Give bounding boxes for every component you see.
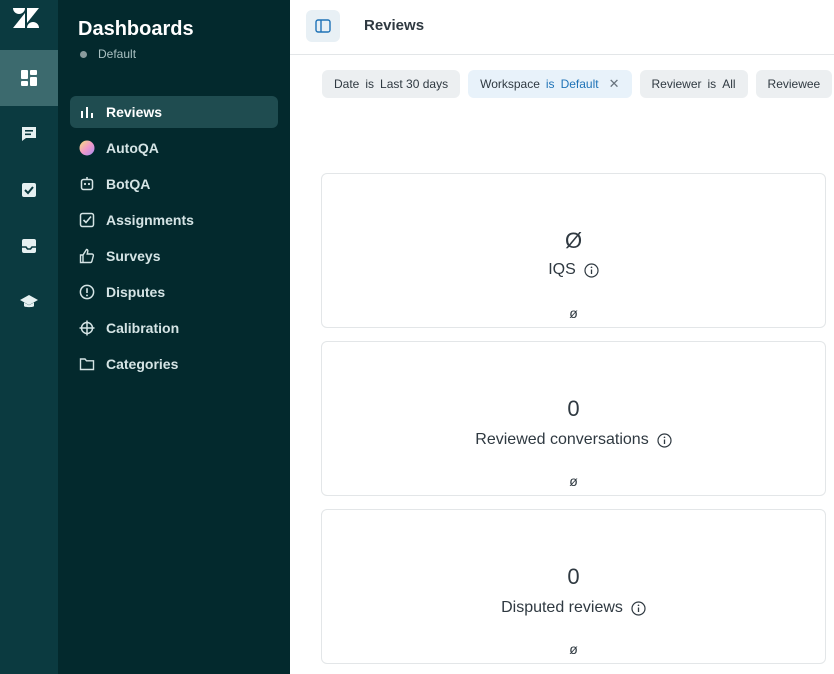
page-title: Reviews	[364, 17, 425, 34]
info-icon[interactable]	[657, 432, 672, 448]
icon-rail	[0, 0, 58, 674]
toggle-sidebar-button[interactable]	[306, 10, 340, 42]
filter-chip-date[interactable]: Date is Last 30 days	[322, 70, 461, 98]
crosshair-icon	[78, 319, 96, 337]
rail-conversations[interactable]	[0, 106, 58, 162]
info-icon[interactable]	[584, 262, 599, 278]
folder-icon	[78, 355, 96, 373]
sidebar-item-surveys[interactable]: Surveys	[70, 240, 278, 272]
checkbox-icon	[22, 183, 36, 197]
dashboard-nav: Reviews AutoQA BotQA Assignments Surveys…	[70, 96, 278, 384]
sidebar-item-label: Categories	[106, 356, 179, 372]
autoqa-gradient-icon	[78, 139, 96, 157]
metric-value: 0	[567, 396, 580, 421]
workspace-indicator: Default	[80, 47, 136, 61]
metric-delta: ø	[569, 641, 578, 657]
dashboard-icon	[21, 70, 37, 86]
metric-label: IQS	[548, 261, 576, 278]
filter-operator: is	[545, 77, 555, 91]
sidebar-item-reviews[interactable]: Reviews	[70, 96, 278, 128]
filter-chip-reviewer[interactable]: Reviewer is All	[639, 70, 748, 98]
inbox-icon	[22, 239, 36, 253]
checkbox-icon	[78, 211, 96, 229]
alert-circle-icon	[78, 283, 96, 301]
sidebar-item-assignments[interactable]: Assignments	[70, 204, 278, 236]
sidebar: Dashboards Default Reviews AutoQA BotQA …	[58, 0, 290, 674]
metric-label-row: Reviewed conversations	[322, 431, 825, 449]
filter-field: Reviewer	[651, 77, 702, 91]
sidebar-item-label: Calibration	[106, 320, 180, 336]
info-icon[interactable]	[631, 600, 646, 616]
graduation-cap-icon	[20, 295, 38, 308]
sidebar-title: Dashboards	[78, 18, 194, 40]
main-content: Reviews Date is Last 30 days Workspace i…	[290, 0, 834, 674]
remove-filter-icon[interactable]: ✕	[609, 76, 620, 92]
rail-training[interactable]	[0, 274, 58, 330]
metric-label: Reviewed conversations	[475, 431, 649, 448]
metric-delta: ø	[569, 473, 578, 489]
top-bar: Reviews	[290, 0, 834, 55]
metric-delta: ø	[569, 305, 578, 321]
rail-inbox[interactable]	[0, 218, 58, 274]
filter-operator: is	[707, 77, 717, 91]
thumbs-up-icon	[78, 247, 96, 265]
metric-value: 0	[567, 564, 580, 589]
sidebar-item-label: Reviews	[106, 104, 163, 120]
metric-card-reviewed-conversations: 0 Reviewed conversations ø	[321, 341, 826, 496]
zendesk-logo-icon[interactable]	[13, 8, 41, 32]
filter-operator: is	[365, 77, 375, 91]
filter-chip-workspace[interactable]: Workspace is Default ✕	[468, 70, 632, 98]
filter-field: Date	[334, 77, 360, 91]
filter-value: Default	[560, 77, 599, 91]
bar-chart-icon	[78, 103, 96, 121]
filter-chip-reviewee[interactable]: Reviewee	[755, 70, 833, 98]
filter-bar: Date is Last 30 days Workspace is Defaul…	[322, 70, 834, 98]
sidebar-item-label: BotQA	[106, 176, 151, 192]
sidebar-item-categories[interactable]: Categories	[70, 348, 278, 380]
metric-label-row: IQS	[322, 261, 825, 279]
metric-card-iqs: Ø IQS ø	[321, 173, 826, 328]
filter-field: Workspace	[480, 77, 540, 91]
sidebar-panel-icon	[315, 19, 331, 33]
chat-icon	[22, 127, 36, 141]
sidebar-item-calibration[interactable]: Calibration	[70, 312, 278, 344]
bot-icon	[78, 175, 96, 193]
metric-label: Disputed reviews	[501, 599, 623, 616]
status-dot	[80, 50, 87, 58]
metric-label-row: Disputed reviews	[322, 599, 825, 617]
sidebar-item-label: Surveys	[106, 248, 161, 264]
sidebar-item-label: AutoQA	[106, 140, 159, 156]
rail-tasks[interactable]	[0, 162, 58, 218]
sidebar-item-label: Assignments	[106, 212, 194, 228]
metric-card-disputed-reviews: 0 Disputed reviews ø	[321, 509, 826, 664]
sidebar-item-disputes[interactable]: Disputes	[70, 276, 278, 308]
filter-value: All	[722, 77, 736, 91]
filter-value: Last 30 days	[380, 77, 449, 91]
sidebar-item-label: Disputes	[106, 284, 166, 300]
rail-dashboards[interactable]	[0, 50, 58, 106]
workspace-name: Default	[98, 47, 137, 61]
filter-field: Reviewee	[767, 77, 821, 91]
sidebar-item-autoqa[interactable]: AutoQA	[70, 132, 278, 164]
sidebar-item-botqa[interactable]: BotQA	[70, 168, 278, 200]
metric-value: Ø	[564, 228, 583, 253]
